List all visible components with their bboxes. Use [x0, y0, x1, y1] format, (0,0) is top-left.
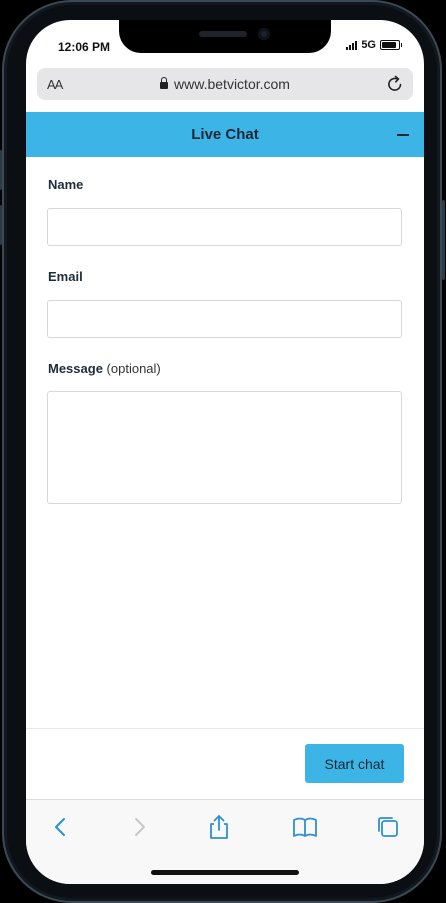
phone-side-button	[0, 150, 2, 190]
camera	[258, 28, 270, 40]
name-input[interactable]	[47, 208, 402, 246]
back-icon[interactable]	[46, 812, 76, 842]
status-time: 12:06 PM	[58, 40, 111, 54]
speaker	[199, 31, 247, 37]
chat-header: Live Chat	[26, 112, 424, 157]
share-icon[interactable]	[204, 812, 234, 842]
email-label: Email	[48, 269, 83, 284]
status-indicators: 5G	[346, 39, 402, 51]
name-label: Name	[48, 177, 84, 192]
signal-icon	[346, 40, 358, 50]
phone-frame: 12:06 PM 5G AA www.betvictor.com Live Ch…	[0, 0, 445, 903]
minimize-icon[interactable]	[397, 134, 409, 136]
message-label-group: Message (optional)	[48, 361, 161, 376]
battery-icon	[380, 40, 402, 50]
phone-side-button	[442, 200, 445, 280]
reload-icon[interactable]	[385, 74, 405, 94]
url-bar[interactable]: AA www.betvictor.com	[37, 68, 413, 100]
optional-hint: (optional)	[106, 361, 161, 376]
home-indicator	[151, 870, 299, 875]
lock-icon	[160, 77, 169, 89]
message-label: Message	[48, 361, 103, 376]
url-display[interactable]: www.betvictor.com	[37, 76, 413, 92]
notch	[119, 20, 331, 53]
footer-divider	[26, 728, 424, 729]
start-chat-button[interactable]: Start chat	[305, 744, 404, 783]
tabs-icon[interactable]	[373, 812, 403, 842]
url-text: www.betvictor.com	[174, 76, 290, 92]
phone-side-button	[0, 205, 2, 245]
email-input[interactable]	[47, 300, 402, 338]
network-type: 5G	[361, 39, 376, 51]
bookmarks-icon[interactable]	[290, 812, 320, 842]
message-textarea[interactable]	[47, 391, 402, 504]
screen: 12:06 PM 5G AA www.betvictor.com Live Ch…	[26, 20, 424, 884]
chat-title: Live Chat	[191, 126, 259, 143]
forward-icon[interactable]	[124, 812, 154, 842]
